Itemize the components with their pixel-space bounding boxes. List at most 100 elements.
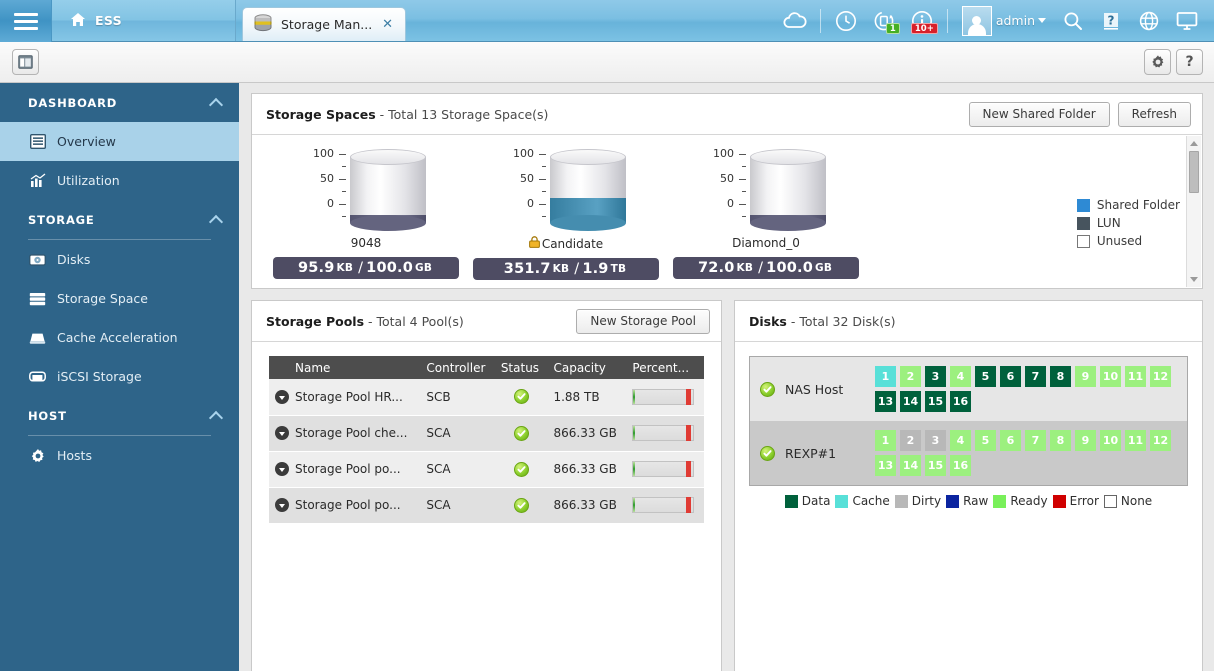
disks-header: Disks - Total 32 Disk(s) — [735, 301, 1202, 342]
sidebar-item-hosts[interactable]: Hosts — [0, 436, 239, 475]
sidebar-group-dashboard[interactable]: DASHBOARD — [0, 83, 239, 122]
storage-space-gauge[interactable]: 100500Candidate351.7KB/1.9TB — [466, 149, 666, 280]
disk-slot[interactable]: 6 — [1000, 366, 1021, 387]
disk-slot[interactable]: 1 — [875, 430, 896, 451]
disk-slot[interactable]: 3 — [925, 430, 946, 451]
close-icon[interactable]: ✕ — [380, 17, 395, 32]
disk-slot[interactable]: 7 — [1025, 366, 1046, 387]
disk-slot[interactable]: 8 — [1050, 366, 1071, 387]
storage-spaces-scrollbar[interactable] — [1186, 136, 1201, 287]
expand-row-icon[interactable] — [275, 390, 289, 404]
disk-slot[interactable]: 14 — [900, 391, 921, 412]
table-row[interactable]: Storage Pool che...SCA866.33 GB — [269, 415, 704, 451]
storage-space-gauge[interactable]: 100500Diamond_072.0KB/100.0GB — [666, 149, 866, 280]
disk-slot[interactable]: 6 — [1000, 430, 1021, 451]
disk-slot[interactable]: 15 — [925, 455, 946, 476]
sidebar-group-host[interactable]: HOST — [0, 396, 239, 435]
column-header[interactable]: Status — [495, 356, 548, 379]
username-label[interactable]: admin — [996, 13, 1035, 28]
disk-slot[interactable]: 7 — [1025, 430, 1046, 451]
column-header[interactable]: Name — [269, 356, 420, 379]
cloud-icon[interactable] — [776, 0, 814, 42]
info-icon[interactable]: 10+ — [903, 0, 941, 42]
tab-storage-manager[interactable]: Storage Man... ✕ — [242, 7, 406, 41]
sidebar-item-overview[interactable]: Overview — [0, 122, 239, 161]
disk-slot[interactable]: 2 — [900, 366, 921, 387]
expand-row-icon[interactable] — [275, 462, 289, 476]
chevron-up-icon[interactable] — [211, 97, 222, 108]
sidebar-item-storage-space[interactable]: Storage Space — [0, 279, 239, 318]
column-header[interactable]: Controller — [420, 356, 494, 379]
disk-slot[interactable]: 16 — [950, 455, 971, 476]
help-icon[interactable]: ? — [1092, 0, 1130, 42]
new-shared-folder-button[interactable]: New Shared Folder — [969, 102, 1110, 127]
disk-slot[interactable]: 2 — [900, 430, 921, 451]
gear-icon — [1150, 54, 1166, 70]
disk-slot[interactable]: 11 — [1125, 430, 1146, 451]
disk-slot[interactable]: 8 — [1050, 430, 1071, 451]
disk-legend-item: Ready — [993, 494, 1047, 508]
table-row[interactable]: Storage Pool po...SCA866.33 GB — [269, 451, 704, 487]
expand-row-icon[interactable] — [275, 498, 289, 512]
capacity-total: 100.0 — [766, 260, 813, 276]
sidebar-item-cache-acceleration[interactable]: Cache Acceleration — [0, 318, 239, 357]
sync-icon[interactable]: 1 — [865, 0, 903, 42]
disk-slot[interactable]: 13 — [875, 455, 896, 476]
globe-icon[interactable] — [1130, 0, 1168, 42]
disk-slot[interactable]: 9 — [1075, 366, 1096, 387]
hamburger-menu-icon[interactable] — [0, 0, 52, 42]
sidebar-group-storage[interactable]: STORAGE — [0, 200, 239, 239]
sidebar-item-label: Cache Acceleration — [57, 330, 178, 345]
disk-legend-item: Raw — [946, 494, 988, 508]
chevron-down-icon[interactable] — [1038, 18, 1046, 23]
scroll-up-icon[interactable] — [1187, 136, 1201, 151]
new-storage-pool-button[interactable]: New Storage Pool — [576, 309, 710, 334]
search-icon[interactable] — [1054, 0, 1092, 42]
axis-tick-label: 0 — [527, 199, 534, 209]
disk-slot[interactable]: 4 — [950, 430, 971, 451]
storage-space-gauge[interactable]: 100500904895.9KB/100.0GB — [266, 149, 466, 280]
cell-name: Storage Pool po... — [269, 451, 420, 487]
scrollbar-thumb[interactable] — [1189, 151, 1199, 193]
axis-tick-label: 0 — [727, 199, 734, 209]
cell-percent — [626, 487, 704, 523]
table-row[interactable]: Storage Pool po...SCA866.33 GB — [269, 487, 704, 523]
settings-button[interactable] — [1144, 49, 1171, 75]
chevron-up-icon[interactable] — [211, 410, 222, 421]
cell-controller: SCA — [420, 487, 494, 523]
help-button[interactable]: ? — [1176, 49, 1203, 75]
disk-slot[interactable]: 15 — [925, 391, 946, 412]
sidebar-item-disks[interactable]: Disks — [0, 240, 239, 279]
disk-slot[interactable]: 1 — [875, 366, 896, 387]
chevron-up-icon[interactable] — [211, 214, 222, 225]
sidebar-item-utilization[interactable]: Utilization — [0, 161, 239, 200]
table-row[interactable]: Storage Pool HR...SCB1.88 TB — [269, 379, 704, 415]
disk-slot[interactable]: 12 — [1150, 430, 1171, 451]
disk-slot[interactable]: 13 — [875, 391, 896, 412]
scroll-down-icon[interactable] — [1187, 272, 1201, 287]
disk-slot[interactable]: 9 — [1075, 430, 1096, 451]
disk-slot[interactable]: 11 — [1125, 366, 1146, 387]
disk-slot[interactable]: 16 — [950, 391, 971, 412]
expand-row-icon[interactable] — [275, 426, 289, 440]
column-header[interactable]: Capacity — [547, 356, 626, 379]
gauge-name: Candidate — [529, 236, 603, 251]
column-header[interactable]: Percent... — [626, 356, 704, 379]
disk-slot[interactable]: 5 — [975, 366, 996, 387]
system-icons: 1 10+ admin — [776, 0, 1214, 41]
disk-slot[interactable]: 10 — [1100, 366, 1121, 387]
sidebar-item-iscsi-storage[interactable]: iSCSI Storage — [0, 357, 239, 396]
disk-slot[interactable]: 14 — [900, 455, 921, 476]
home-ess-button[interactable]: ESS — [52, 0, 236, 41]
disk-slot[interactable]: 5 — [975, 430, 996, 451]
disk-slot[interactable]: 10 — [1100, 430, 1121, 451]
avatar[interactable] — [962, 6, 992, 36]
disk-slot[interactable]: 12 — [1150, 366, 1171, 387]
disk-slot[interactable]: 4 — [950, 366, 971, 387]
disk-slot[interactable]: 3 — [925, 366, 946, 387]
monitor-icon[interactable] — [1168, 0, 1206, 42]
refresh-button[interactable]: Refresh — [1118, 102, 1191, 127]
gauge-name: 9048 — [351, 236, 382, 250]
clock-icon[interactable] — [827, 0, 865, 42]
layout-panel-button[interactable] — [12, 49, 39, 75]
